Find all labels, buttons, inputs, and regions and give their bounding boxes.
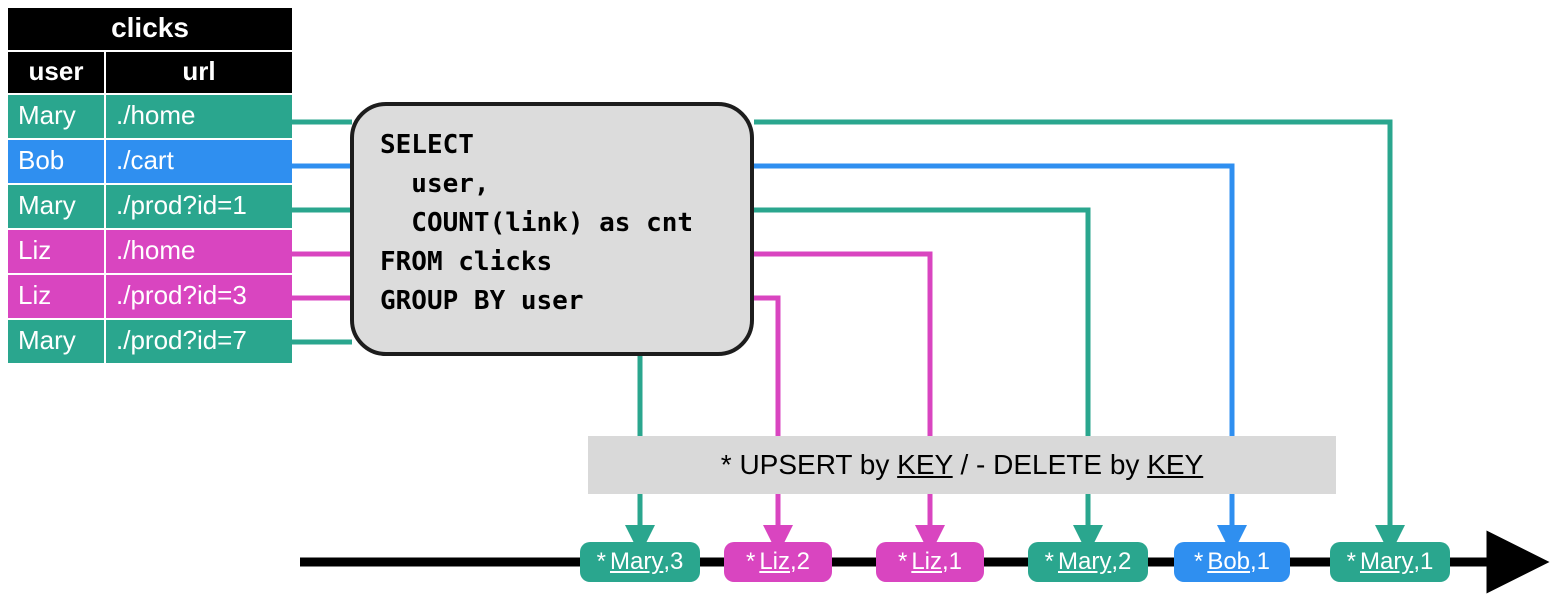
output-pill: *Mary,1	[1330, 542, 1450, 582]
sql-code: SELECT user, COUNT(link) as cnt FROM cli…	[380, 126, 724, 321]
cell-url: ./home	[106, 230, 292, 273]
cell-user: Mary	[8, 95, 106, 138]
cell-url: ./cart	[106, 140, 292, 183]
table-row: Bob ./cart	[8, 138, 292, 183]
cell-url: ./prod?id=7	[106, 320, 292, 363]
col-header-user: user	[8, 52, 106, 93]
output-pill: *Mary,2	[1028, 542, 1148, 582]
cell-user: Liz	[8, 230, 106, 273]
output-pill: *Liz,1	[876, 542, 984, 582]
input-table: clicks user url Mary ./home Bob ./cart M…	[8, 8, 292, 363]
cell-user: Bob	[8, 140, 106, 183]
cell-user: Mary	[8, 320, 106, 363]
legend-text: * UPSERT by KEY / - DELETE by KEY	[721, 449, 1203, 481]
table-header: user url	[8, 52, 292, 93]
cell-user: Liz	[8, 275, 106, 318]
table-row: Mary ./prod?id=1	[8, 183, 292, 228]
cell-url: ./prod?id=1	[106, 185, 292, 228]
table-row: Mary ./prod?id=7	[8, 318, 292, 363]
table-caption: clicks	[8, 8, 292, 52]
output-pill: *Liz,2	[724, 542, 832, 582]
cell-user: Mary	[8, 185, 106, 228]
cell-url: ./prod?id=3	[106, 275, 292, 318]
table-row: Liz ./home	[8, 228, 292, 273]
legend-bar: * UPSERT by KEY / - DELETE by KEY	[588, 436, 1336, 494]
query-box: SELECT user, COUNT(link) as cnt FROM cli…	[350, 102, 754, 356]
cell-url: ./home	[106, 95, 292, 138]
table-row: Liz ./prod?id=3	[8, 273, 292, 318]
table-row: Mary ./home	[8, 93, 292, 138]
output-pill: *Mary,3	[580, 542, 700, 582]
output-pill: *Bob,1	[1174, 542, 1290, 582]
col-header-url: url	[106, 52, 292, 93]
